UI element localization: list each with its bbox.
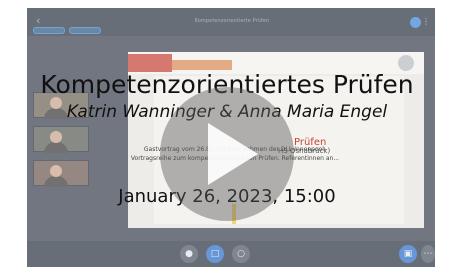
play-button[interactable] <box>160 87 294 221</box>
video-overlay: Prüfen HS Osnabrück) Gastvortrag vom 26.… <box>0 0 454 273</box>
play-icon <box>208 123 258 185</box>
